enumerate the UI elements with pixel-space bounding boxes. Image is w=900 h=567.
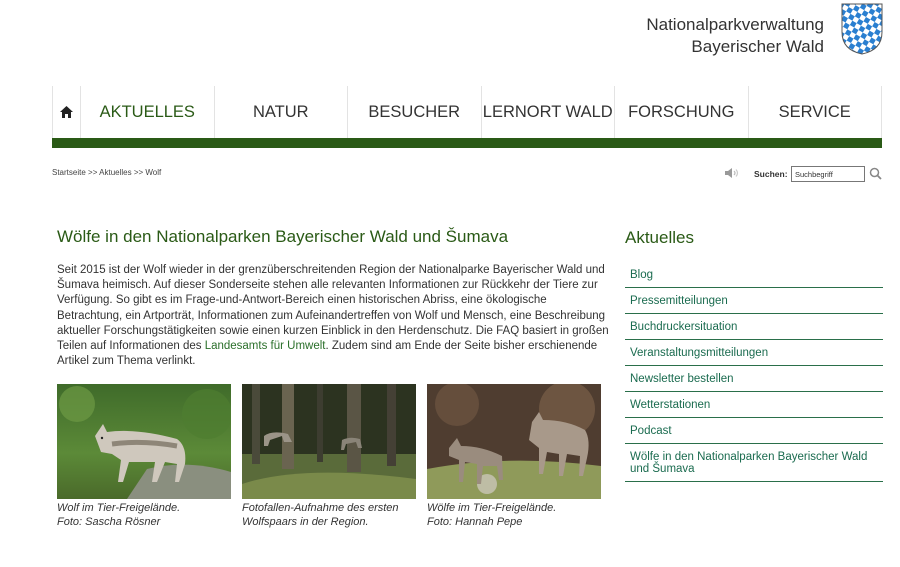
main-navigation: AKTUELLES NATUR BESUCHER LERNORT WALD FO…	[52, 86, 882, 148]
caption-credit: Foto: Hannah Pepe	[427, 516, 523, 528]
sidebar-item-buchdruckersituation[interactable]: Buchdruckersituation	[625, 314, 883, 340]
sidebar-menu: Blog Pressemitteilungen Buchdruckersitua…	[625, 262, 883, 482]
photo-gallery: Wolf im Tier-Freigelände. Foto: Sascha R…	[57, 384, 602, 534]
nav-item-natur[interactable]: NATUR	[213, 86, 348, 138]
wolf-photo-2[interactable]	[427, 384, 601, 499]
sidebar-item-wetterstationen[interactable]: Wetterstationen	[625, 392, 883, 418]
sidebar-item-blog[interactable]: Blog	[625, 262, 883, 288]
bavarian-crest-logo[interactable]	[840, 2, 884, 56]
caption-line: Fotofallen-Aufnahme des ersten	[242, 502, 399, 514]
search-label: Suchen:	[754, 169, 788, 179]
sidebar-item-woelfe[interactable]: Wölfe in den Nationalparken Bayerischer …	[625, 444, 883, 482]
caption-credit: Wolfspaars in der Region.	[242, 516, 369, 528]
nav-item-besucher[interactable]: BESUCHER	[347, 86, 481, 138]
search-input[interactable]	[791, 166, 865, 182]
caption-credit: Foto: Sascha Rösner	[57, 516, 161, 528]
caption-line: Wolf im Tier-Freigelände.	[57, 502, 181, 514]
organization-name-line2: Bayerischer Wald	[691, 37, 824, 56]
photo-caption: Wolf im Tier-Freigelände. Foto: Sascha R…	[57, 501, 231, 529]
photo-caption: Wölfe im Tier-Freigelände. Foto: Hannah …	[427, 501, 601, 529]
photo-item: Wolf im Tier-Freigelände. Foto: Sascha R…	[57, 384, 231, 529]
home-icon	[60, 106, 73, 118]
page-title: Wölfe in den Nationalparken Bayerischer …	[57, 227, 509, 246]
photo-item: Wölfe im Tier-Freigelände. Foto: Hannah …	[427, 384, 601, 529]
nav-item-forschung[interactable]: FORSCHUNG	[614, 86, 748, 138]
sidebar-title: Aktuelles	[625, 228, 694, 247]
sidebar-item-pressemitteilungen[interactable]: Pressemitteilungen	[625, 288, 883, 314]
nav-item-lernort-wald[interactable]: LERNORT WALD	[480, 86, 615, 138]
search-icon[interactable]	[869, 167, 882, 180]
organization-name[interactable]: Nationalparkverwaltung Bayerischer Wald	[646, 14, 824, 58]
organization-name-line1: Nationalparkverwaltung	[646, 15, 824, 34]
sidebar-item-newsletter[interactable]: Newsletter bestellen	[625, 366, 883, 392]
landesamt-link[interactable]: Landesamts für Umwelt	[205, 340, 326, 352]
nav-item-service[interactable]: SERVICE	[747, 86, 882, 138]
photo-caption: Fotofallen-Aufnahme des ersten Wolfspaar…	[242, 501, 416, 529]
photo-item: Fotofallen-Aufnahme des ersten Wolfspaar…	[242, 384, 416, 529]
camera-trap-photo[interactable]	[242, 384, 416, 499]
caption-line: Wölfe im Tier-Freigelände.	[427, 502, 557, 514]
intro-text: Seit 2015 ist der Wolf wieder in der gre…	[57, 263, 609, 369]
wolf-photo-1[interactable]	[57, 384, 231, 499]
sidebar-item-podcast[interactable]: Podcast	[625, 418, 883, 444]
speaker-icon[interactable]	[724, 167, 740, 179]
nav-item-aktuelles[interactable]: AKTUELLES	[80, 86, 214, 138]
breadcrumb[interactable]: Startseite >> Aktuelles >> Wolf	[52, 168, 161, 177]
sidebar-item-veranstaltungsmitteilungen[interactable]: Veranstaltungsmitteilungen	[625, 340, 883, 366]
intro-text-start: Seit 2015 ist der Wolf wieder in der gre…	[57, 264, 609, 353]
nav-home[interactable]	[52, 86, 80, 138]
